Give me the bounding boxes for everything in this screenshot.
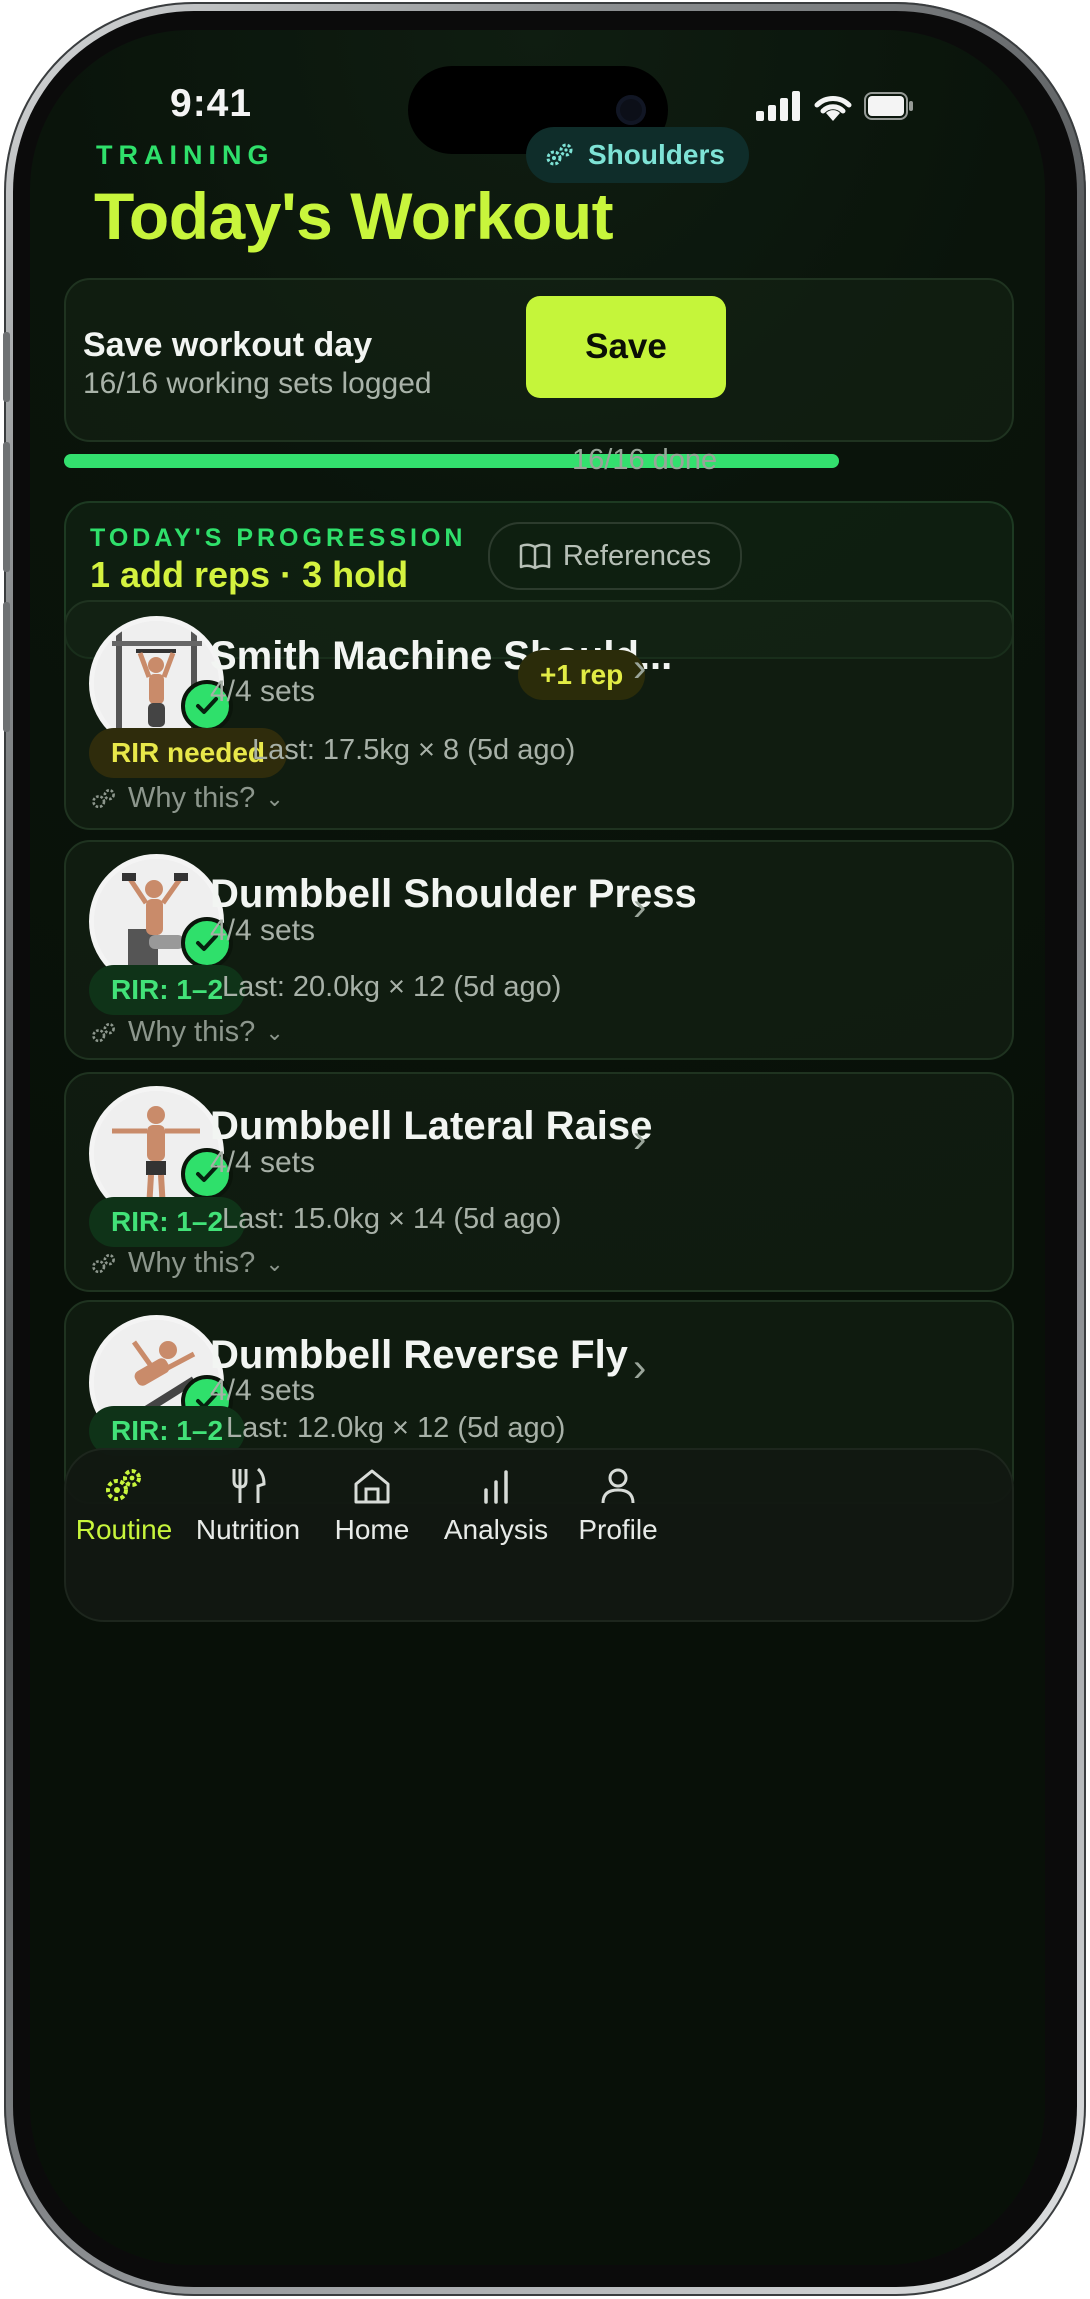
nav-profile[interactable]: Profile (538, 1466, 698, 1546)
gears-icon (546, 143, 573, 166)
progress-fill (64, 454, 839, 468)
why-this-toggle[interactable]: Why this? ⌄ (90, 1016, 284, 1049)
gears-icon (92, 1253, 115, 1273)
fork-knife-icon (232, 1467, 266, 1503)
progression-badge: +1 rep (518, 650, 646, 700)
exercise-sets: 4/4 sets (210, 1374, 316, 1407)
exercise-sets: 4/4 sets (210, 675, 316, 708)
status-time: 9:41 (170, 82, 253, 125)
last-performance: Last: 17.5kg × 8 (5d ago) (252, 734, 576, 766)
nav-label: Profile (578, 1514, 658, 1545)
why-this-label: Why this? (128, 1247, 256, 1279)
home-icon (354, 1469, 390, 1504)
why-this-toggle[interactable]: Why this? ⌄ (90, 1247, 284, 1280)
bar-chart-icon (484, 1470, 508, 1504)
exercise-name: Dumbbell Shoulder Press (210, 872, 697, 916)
book-icon (519, 543, 551, 570)
save-button[interactable]: Save (526, 296, 726, 398)
muscle-group-chip[interactable]: Shoulders (526, 127, 749, 183)
why-this-toggle[interactable]: Why this? ⌄ (90, 782, 284, 815)
why-this-label: Why this? (128, 1016, 256, 1048)
gears-icon (92, 788, 115, 808)
gears-icon (106, 1469, 141, 1501)
references-button[interactable]: References (488, 522, 742, 590)
page-title: Today's Workout (94, 179, 614, 253)
exercise-name: Dumbbell Lateral Raise (210, 1104, 653, 1148)
exercise-name: Dumbbell Reverse Fly (210, 1333, 628, 1377)
status-icons (756, 90, 914, 122)
references-label: References (562, 539, 712, 572)
battery-icon (864, 92, 913, 120)
signal-icon (756, 91, 800, 121)
silent-switch (3, 332, 10, 402)
wifi-icon (814, 96, 852, 121)
person-icon (601, 1468, 635, 1504)
last-performance: Last: 15.0kg × 14 (5d ago) (222, 1203, 562, 1235)
last-performance: Last: 20.0kg × 12 (5d ago) (222, 971, 562, 1003)
chevron-down-icon: ⌄ (265, 785, 284, 811)
nav-label: Analysis (443, 1514, 549, 1545)
front-camera (616, 95, 646, 125)
exercise-sets: 4/4 sets (210, 1146, 316, 1179)
chevron-right-icon[interactable]: › (633, 1346, 646, 1391)
nav-label: Nutrition (195, 1514, 301, 1545)
progression-eyebrow: TODAY'S PROGRESSION (90, 524, 467, 552)
save-card-title: Save workout day (83, 326, 373, 364)
chevron-down-icon: ⌄ (265, 1019, 284, 1045)
exercise-sets: 4/4 sets (210, 914, 316, 947)
chevron-down-icon: ⌄ (265, 1250, 284, 1276)
why-this-label: Why this? (128, 782, 256, 814)
save-card-subtitle: 16/16 working sets logged (83, 367, 432, 400)
chevron-right-icon[interactable]: › (633, 885, 646, 930)
gears-icon (92, 1022, 115, 1042)
volume-up-button (3, 442, 10, 572)
volume-down-button (3, 602, 10, 732)
chevron-right-icon[interactable]: › (633, 1117, 646, 1162)
section-eyebrow: TRAINING (96, 140, 275, 170)
nav-label: Home (334, 1514, 410, 1545)
muscle-group-label: Shoulders (588, 139, 725, 170)
progression-summary: 1 add reps · 3 hold (90, 554, 409, 595)
nav-label: Routine (75, 1514, 173, 1545)
app-screen: 9:41 TRAINING Today's Workout Shoulders … (30, 30, 1045, 2265)
progress-label: 16/16 done (572, 444, 718, 476)
chevron-right-icon[interactable]: › (633, 646, 646, 691)
last-performance: Last: 12.0kg × 12 (5d ago) (226, 1412, 566, 1444)
